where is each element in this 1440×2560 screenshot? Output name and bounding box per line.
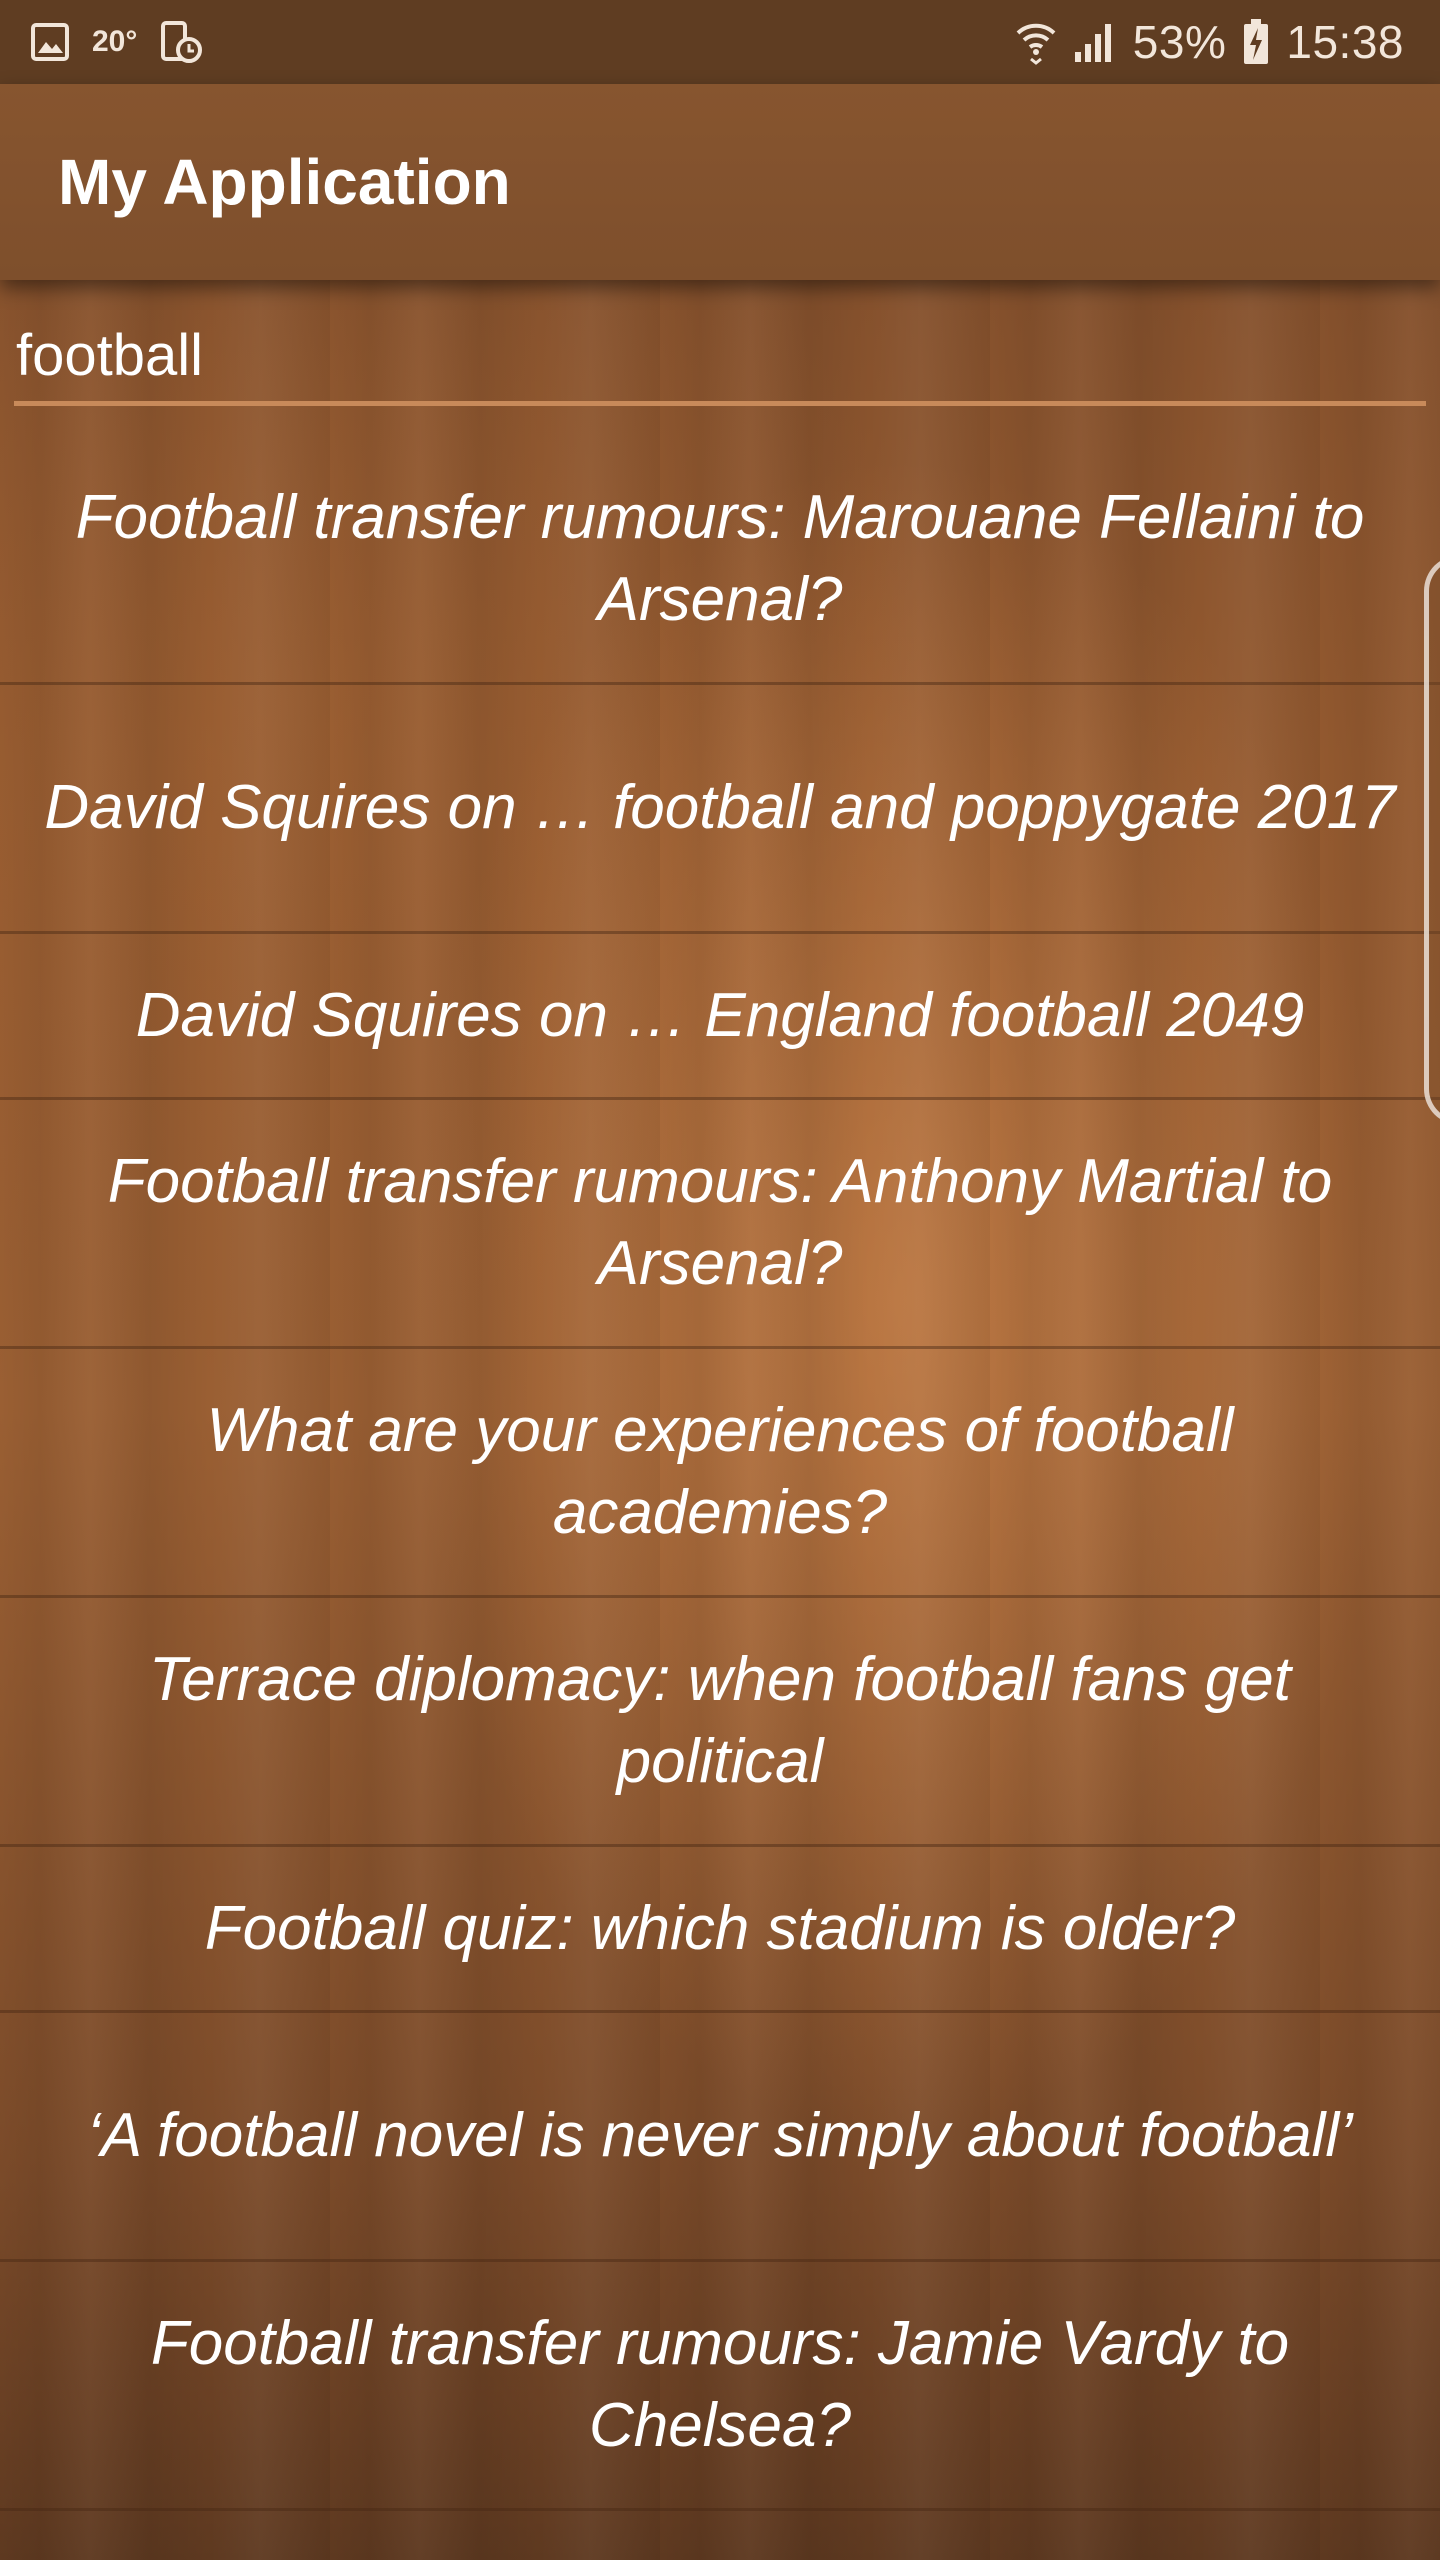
result-item[interactable]: Football transfer rumours: Marouane Fell… <box>0 436 1440 685</box>
result-item[interactable]: Football transfer rumours: Jamie Vardy t… <box>0 2262 1440 2511</box>
search-input[interactable] <box>14 310 1426 406</box>
result-title: ‘A football novel is never simply about … <box>87 2101 1353 2170</box>
battery-charging-icon <box>1242 18 1270 66</box>
app-bar: My Application <box>0 84 1440 280</box>
result-title: What are your experiences of football ac… <box>206 1396 1234 1547</box>
results-list: Football transfer rumours: Marouane Fell… <box>0 436 1440 2511</box>
screen: 20° 53% 15:38 My Application football Fo… <box>0 0 1440 2560</box>
result-item[interactable]: Terrace diplomacy: when football fans ge… <box>0 1598 1440 1847</box>
status-bar: 20° 53% 15:38 <box>0 0 1440 84</box>
temperature: 20° <box>92 25 138 58</box>
result-title: Terrace diplomacy: when football fans ge… <box>149 1645 1291 1796</box>
search-field <box>14 310 1426 410</box>
result-title: David Squires on … football and poppygat… <box>44 773 1396 842</box>
result-title: Football transfer rumours: Jamie Vardy t… <box>150 2309 1290 2460</box>
result-item[interactable]: David Squires on … football and poppygat… <box>0 685 1440 934</box>
battery-percent: 53% <box>1132 16 1227 68</box>
edge-panel-handle[interactable] <box>1424 555 1440 1125</box>
result-title: Football quiz: which stadium is older? <box>204 1893 1236 1963</box>
cell-signal-icon <box>1073 20 1117 64</box>
result-item[interactable]: Football transfer rumours: Anthony Marti… <box>0 1100 1440 1349</box>
clock: 15:38 <box>1286 16 1404 68</box>
image-icon <box>30 22 70 62</box>
result-title: Football transfer rumours: Marouane Fell… <box>75 483 1365 634</box>
result-item[interactable]: Football quiz: which stadium is older? <box>0 1847 1440 2013</box>
result-item[interactable]: What are your experiences of football ac… <box>0 1349 1440 1598</box>
result-item[interactable]: David Squires on … England football 2049 <box>0 934 1440 1100</box>
wifi-icon <box>1015 19 1057 65</box>
result-item[interactable]: ‘A football novel is never simply about … <box>0 2013 1440 2262</box>
phone-clock-icon <box>159 20 203 64</box>
app-title: My Application <box>58 146 511 218</box>
result-title: Football transfer rumours: Anthony Marti… <box>107 1147 1333 1298</box>
result-title: David Squires on … England football 2049 <box>135 980 1305 1050</box>
